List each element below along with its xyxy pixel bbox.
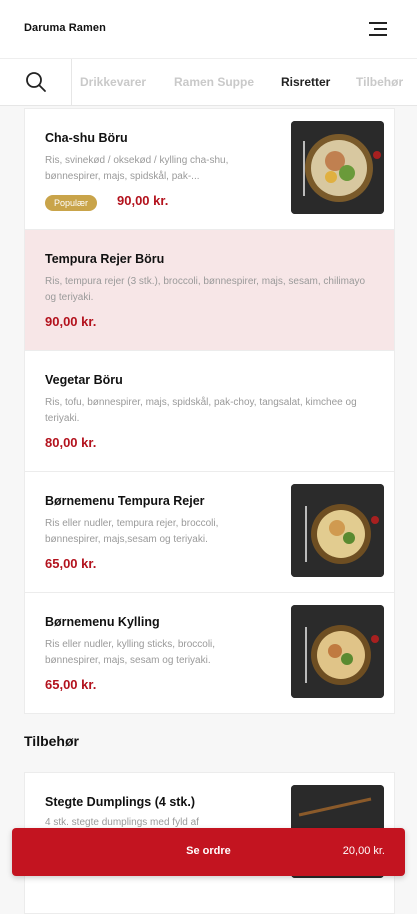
item-description: 4 stk. stegte dumplings med fyld af — [45, 817, 199, 828]
item-description: Ris eller nudler, tempura rejer, broccol… — [45, 518, 219, 545]
menu-item[interactable]: Tempura Rejer Böru Ris, tempura rejer (3… — [25, 229, 394, 350]
item-description: Ris, tofu, bønnespirer, majs, spidskål, … — [45, 397, 357, 424]
item-description: Ris, tempura rejer (3 stk.), broccoli, b… — [45, 276, 366, 303]
menu-item[interactable]: Børnemenu Tempura Rejer Ris eller nudler… — [25, 471, 394, 592]
item-image — [291, 484, 384, 577]
item-name: Vegetar Böru — [45, 373, 123, 387]
item-price: 65,00 kr. — [45, 556, 97, 571]
menu-item[interactable]: Børnemenu Kylling Ris eller nudler, kyll… — [25, 592, 394, 713]
tab-tilbehor[interactable]: Tilbehør — [356, 75, 403, 89]
search-button[interactable] — [0, 59, 72, 105]
item-price: 80,00 kr. — [45, 435, 97, 450]
brand-name[interactable]: Daruma Ramen — [24, 22, 106, 34]
item-description: Ris eller nudler, kylling sticks, brocco… — [45, 639, 216, 666]
item-name: Børnemenu Kylling — [45, 615, 160, 629]
item-name: Tempura Rejer Böru — [45, 252, 165, 266]
search-icon — [26, 72, 46, 92]
item-image — [291, 121, 384, 214]
menu-item[interactable]: Vegetar Böru Ris, tofu, bønnespirer, maj… — [25, 350, 394, 471]
item-price: 90,00 kr. — [117, 193, 169, 208]
item-name: Stegte Dumplings (4 stk.) — [45, 795, 196, 809]
tab-drikkevarer[interactable]: Drikkevarer — [80, 75, 146, 89]
tab-risretter[interactable]: Risretter — [281, 75, 330, 89]
hamburger-menu-icon[interactable] — [369, 22, 387, 36]
item-name: Børnemenu Tempura Rejer — [45, 494, 205, 508]
menu-list-risretter: Cha-shu Böru Ris, svinekød / oksekød / k… — [24, 108, 395, 714]
popular-badge: Populær — [45, 195, 98, 211]
category-tab-bar: Drikkevarer Ramen Suppe Risretter Tilbeh… — [0, 58, 417, 106]
view-order-button[interactable]: Se ordre 20,00 kr. — [12, 828, 405, 876]
item-description: Ris, svinekød / oksekød / kylling cha-sh… — [45, 155, 229, 182]
menu-item[interactable]: Cha-shu Böru Ris, svinekød / oksekød / k… — [25, 108, 394, 229]
top-bar: Daruma Ramen — [0, 0, 417, 58]
order-total: 20,00 kr. — [342, 845, 385, 857]
tab-ramen-suppe[interactable]: Ramen Suppe — [174, 75, 254, 89]
item-name: Cha-shu Böru — [45, 131, 128, 145]
item-price: 90,00 kr. — [45, 314, 97, 329]
item-price: 65,00 kr. — [45, 677, 97, 692]
section-title-tilbehor: Tilbehør — [24, 733, 79, 749]
item-image — [291, 605, 384, 698]
